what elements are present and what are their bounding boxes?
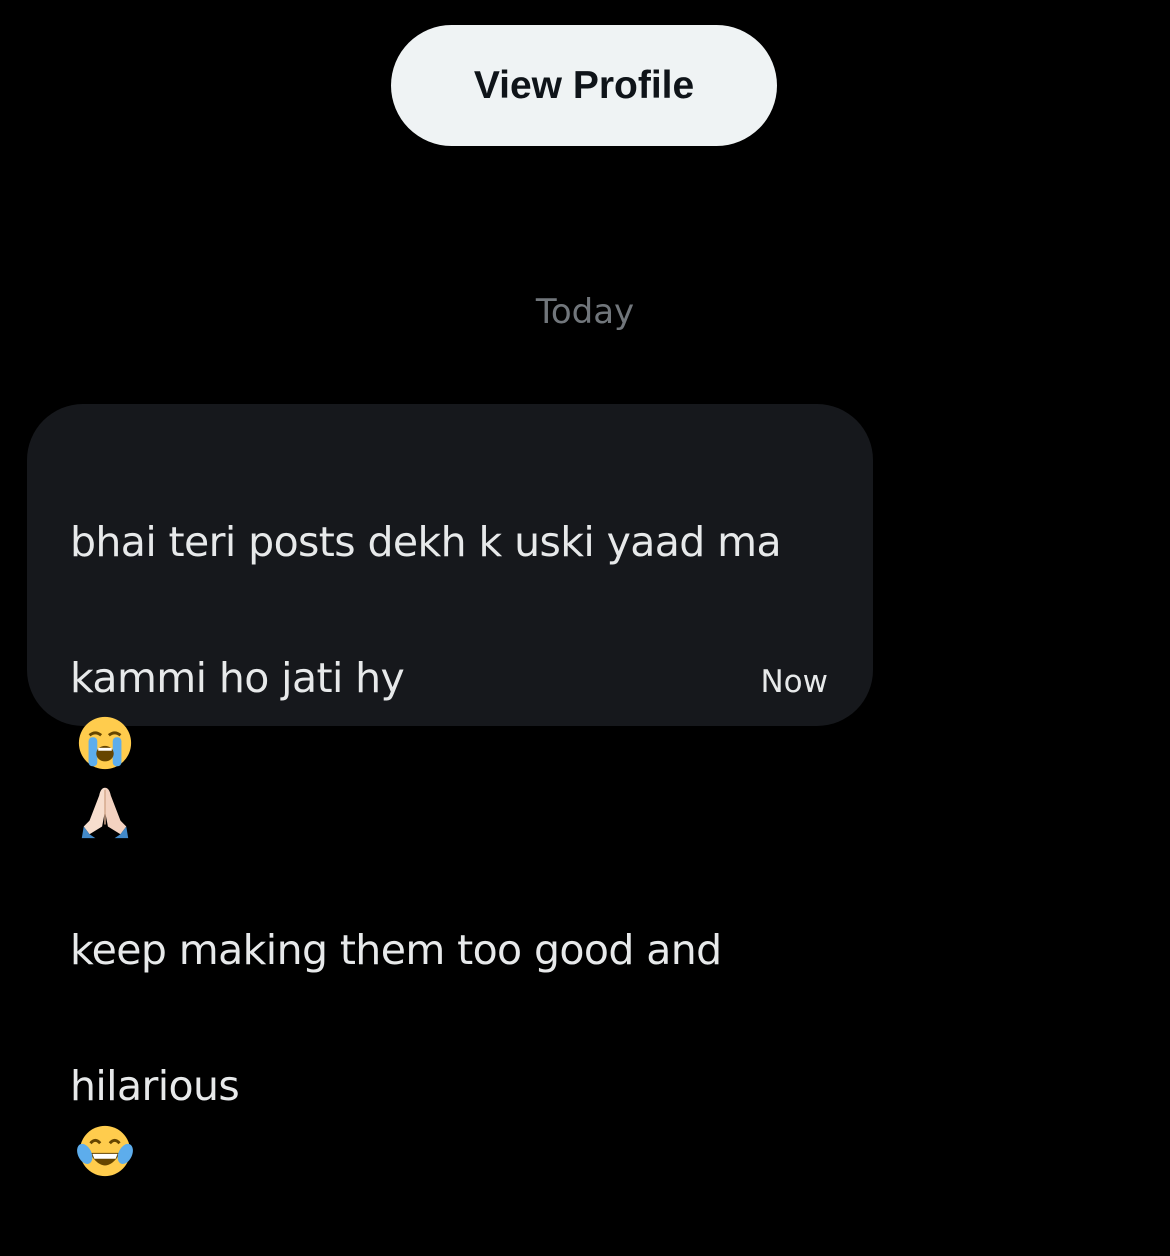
message-line-text: keep making them too good and — [70, 926, 722, 974]
message-line-text: bhai teri posts dekh k uski yaad ma — [70, 518, 782, 566]
message-line: kammi ho jati hy — [70, 644, 830, 848]
message-bubble[interactable]: bhai teri posts dekh k uski yaad ma kamm… — [27, 404, 873, 1177]
message-line: bhai teri posts dekh k uski yaad ma — [70, 508, 830, 576]
message-line: keep making them too good and — [70, 916, 830, 984]
face-with-tears-of-joy-icon — [77, 1125, 133, 1177]
message-timestamp: Now — [760, 664, 828, 700]
loudly-crying-face-icon — [78, 716, 132, 770]
message-line: hilarious — [70, 1052, 830, 1188]
folded-hands-icon — [81, 787, 129, 839]
view-profile-button[interactable]: View Profile — [391, 25, 777, 146]
message-line-text: hilarious — [70, 1062, 240, 1110]
message-line-text: kammi ho jati hy — [70, 654, 405, 702]
date-separator: Today — [535, 292, 635, 332]
message-text: bhai teri posts dekh k uski yaad ma kamm… — [70, 440, 830, 1256]
